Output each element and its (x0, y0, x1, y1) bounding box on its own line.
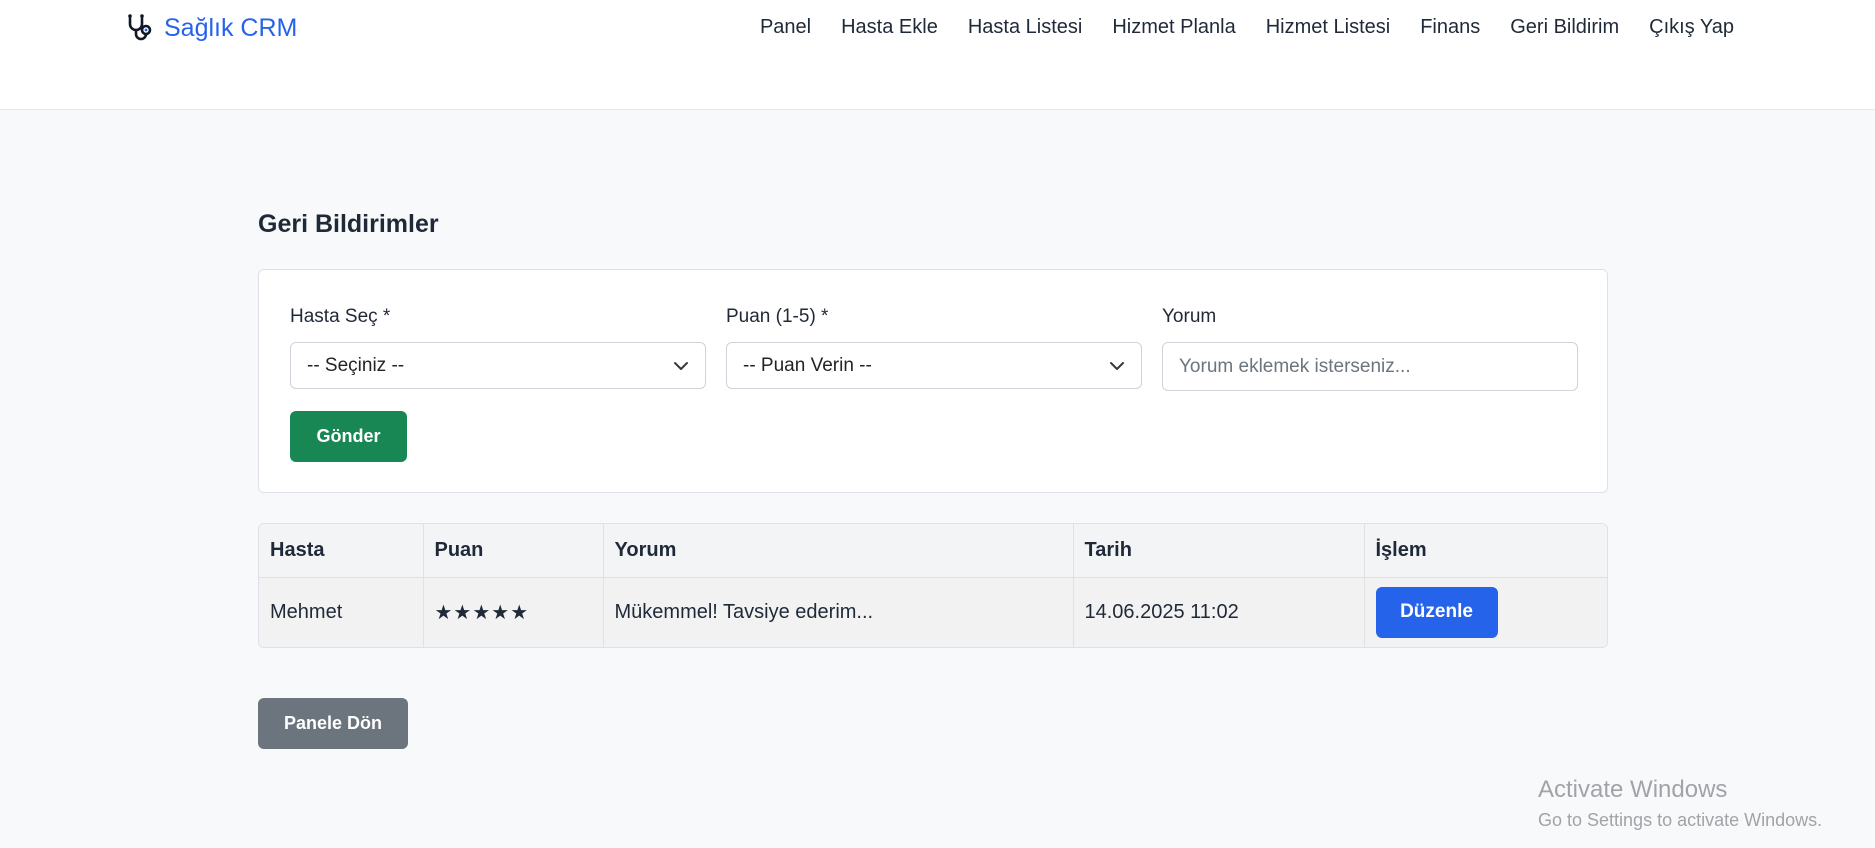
nav-finans[interactable]: Finans (1405, 14, 1495, 41)
stethoscope-icon (124, 12, 156, 44)
top-navbar: Sağlık CRM Panel Hasta Ekle Hasta Listes… (0, 0, 1875, 110)
nav-hasta-listesi[interactable]: Hasta Listesi (953, 14, 1098, 41)
cell-action: Düzenle (1364, 577, 1607, 647)
nav-geri-bildirim[interactable]: Geri Bildirim (1495, 14, 1634, 41)
watermark-title: Activate Windows (1538, 776, 1728, 803)
nav-hizmet-planla[interactable]: Hizmet Planla (1097, 14, 1250, 41)
header-islem: İşlem (1364, 524, 1607, 578)
chevron-down-icon (1109, 358, 1125, 374)
chevron-down-icon (673, 358, 689, 374)
nav-cikis-yap[interactable]: Çıkış Yap (1634, 14, 1734, 41)
patient-select-value: -- Seçiniz -- (307, 354, 405, 376)
brand-name: Sağlık CRM (164, 13, 298, 42)
header-tarih: Tarih (1073, 524, 1365, 578)
patient-select[interactable]: -- Seçiniz -- (290, 342, 706, 389)
windows-activation-watermark: Activate Windows Go to Settings to activ… (1538, 776, 1822, 831)
rating-field: Puan (1-5) * -- Puan Verin -- (726, 306, 1142, 389)
header-yorum: Yorum (603, 524, 1074, 578)
header-puan: Puan (423, 524, 604, 578)
header-hasta: Hasta (259, 524, 424, 578)
table-header-row: Hasta Puan Yorum Tarih İşlem (259, 524, 1607, 578)
cell-patient: Mehmet (259, 577, 424, 647)
main-nav: Panel Hasta Ekle Hasta Listesi Hizmet Pl… (745, 14, 1734, 41)
comment-field: Yorum Yorum eklemek isterseniz... (1162, 306, 1578, 391)
watermark-subtitle: Go to Settings to activate Windows. (1538, 810, 1823, 830)
cell-comment: Mükemmel! Tavsiye ederim... (603, 577, 1074, 647)
nav-hizmet-listesi[interactable]: Hizmet Listesi (1251, 14, 1405, 41)
comment-input[interactable]: Yorum eklemek isterseniz... (1162, 342, 1578, 391)
nav-panel[interactable]: Panel (745, 14, 826, 41)
cell-rating: ★★★★★ (423, 577, 604, 647)
rating-label: Puan (1-5) * (726, 306, 829, 327)
patient-field: Hasta Seç * -- Seçiniz -- (290, 306, 706, 389)
comment-label: Yorum (1162, 306, 1217, 327)
page-title: Geri Bildirimler (258, 210, 439, 238)
rating-select-value: -- Puan Verin -- (743, 354, 872, 376)
main-content: Geri Bildirimler Hasta Seç * -- Seçiniz … (258, 110, 1608, 749)
nav-hasta-ekle[interactable]: Hasta Ekle (826, 14, 953, 41)
feedback-table: Hasta Puan Yorum Tarih İşlem Mehmet ★★★★… (258, 523, 1608, 648)
patient-label: Hasta Seç * (290, 306, 391, 327)
edit-button[interactable]: Düzenle (1375, 586, 1498, 638)
submit-button[interactable]: Gönder (290, 411, 407, 462)
table-row: Mehmet ★★★★★ Mükemmel! Tavsiye ederim...… (259, 577, 1607, 647)
back-to-panel-button[interactable]: Panele Dön (258, 698, 408, 749)
cell-date: 14.06.2025 11:02 (1073, 577, 1365, 647)
comment-placeholder: Yorum eklemek isterseniz... (1179, 355, 1411, 377)
feedback-form: Hasta Seç * -- Seçiniz -- Puan (1-5) * -… (258, 269, 1608, 493)
rating-select[interactable]: -- Puan Verin -- (726, 342, 1142, 389)
brand-link[interactable]: Sağlık CRM (124, 12, 297, 44)
